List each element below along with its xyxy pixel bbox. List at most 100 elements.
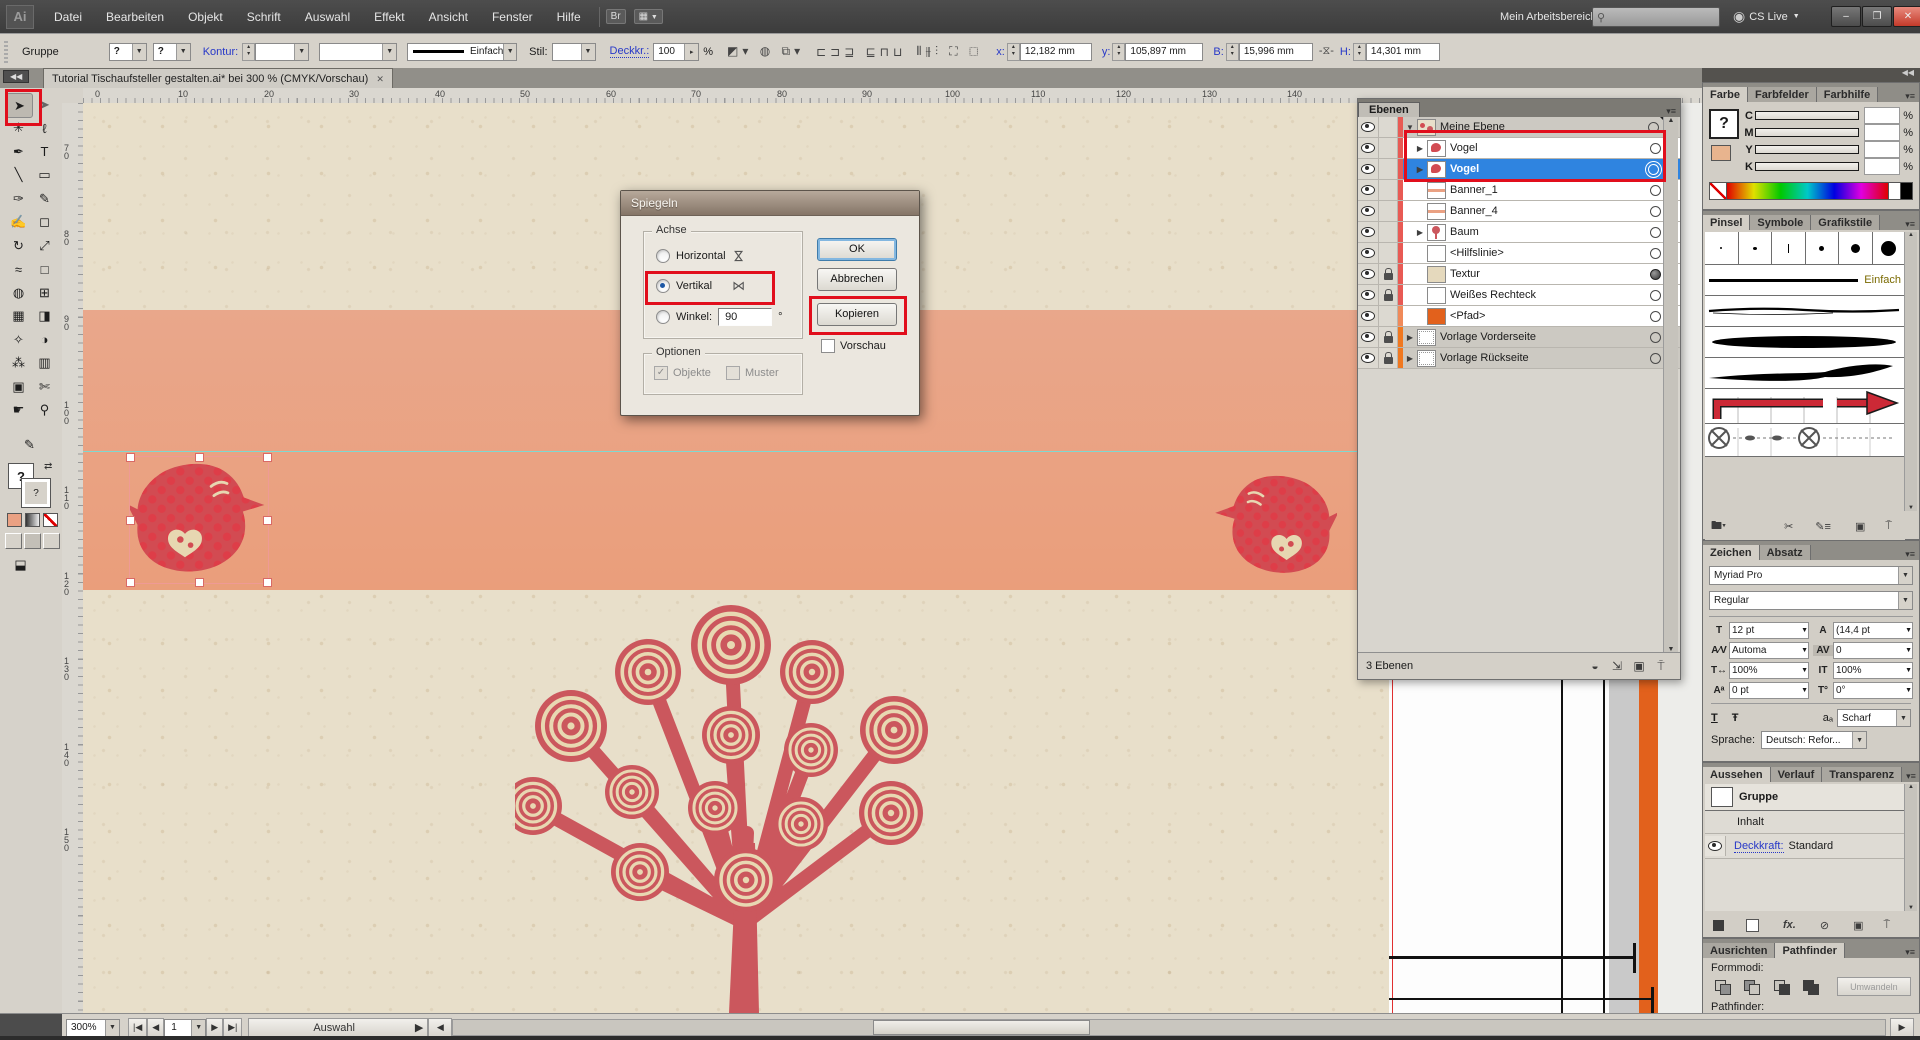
shape-mode-intersect[interactable]	[1770, 977, 1791, 996]
tab-farbfelder[interactable]: Farbfelder	[1748, 87, 1817, 102]
language-combo[interactable]: Deutsch: Refor...▼	[1761, 731, 1867, 749]
brush-options-icon[interactable]: ✎≡	[1815, 520, 1831, 533]
tracking-field[interactable]: 0▼	[1833, 642, 1913, 659]
status-indicator[interactable]: Auswahl▶	[248, 1018, 428, 1037]
muster-checkbox[interactable]: Muster	[726, 366, 779, 380]
stroke-weight-stepper[interactable]: ▴▾	[242, 43, 255, 61]
layer-lock-toggle[interactable]	[1379, 306, 1398, 326]
selection-handle[interactable]	[263, 516, 272, 525]
add-effect-icon[interactable]: fx.	[1783, 919, 1796, 931]
vorschau-checkbox[interactable]: Vorschau	[821, 339, 886, 353]
layer-name[interactable]: Vorlage Rückseite	[1440, 352, 1529, 364]
toolbar-collapse-button[interactable]: ◀◀	[3, 70, 29, 83]
layer-visibility-toggle[interactable]	[1358, 285, 1379, 305]
appearance-row-deckkraft[interactable]: Deckkraft: Standard	[1705, 834, 1905, 859]
font-family-combo[interactable]: Myriad Pro▼	[1709, 566, 1913, 585]
layer-lock-toggle[interactable]	[1379, 327, 1398, 347]
fill-color-picker[interactable]: ?▼	[109, 43, 147, 61]
tool-12-0[interactable]: ▣	[6, 375, 31, 398]
new-sublayer-icon[interactable]: ⇲	[1606, 659, 1628, 673]
layer-target-icon[interactable]	[1650, 290, 1661, 301]
tool-12-1[interactable]: ✄	[32, 375, 57, 398]
width-field[interactable]: 15,996 mm	[1239, 43, 1313, 61]
layer-target-icon[interactable]	[1650, 185, 1661, 196]
layer-visibility-toggle[interactable]	[1358, 180, 1379, 200]
prev-artboard-button[interactable]: ◀	[147, 1018, 164, 1037]
tool-8-1[interactable]: ⊞	[32, 281, 57, 304]
tab-aussehen[interactable]: Aussehen	[1703, 767, 1771, 782]
layer-thumbnail[interactable]	[1427, 203, 1446, 220]
tool-7-0[interactable]: ≈	[6, 258, 31, 281]
opacity-label[interactable]: Deckkr.:	[610, 45, 650, 58]
new-layer-icon[interactable]: ▣	[1628, 659, 1650, 673]
tool-13-0[interactable]: ☛	[6, 399, 31, 422]
new-stroke-icon[interactable]	[1713, 920, 1724, 931]
horizontal-scrollbar[interactable]	[452, 1019, 1886, 1036]
menu-fenster[interactable]: Fenster	[480, 0, 545, 33]
tool-2-0[interactable]: ✒	[6, 140, 31, 163]
layer-row-11[interactable]: ▶Vorlage Rückseite	[1358, 348, 1680, 369]
layer-name[interactable]: <Pfad>	[1450, 310, 1485, 322]
fill-indicator[interactable]: ?	[1709, 109, 1739, 139]
layer-lock-toggle[interactable]	[1379, 222, 1398, 242]
brush-libraries-icon[interactable]: 🖿▾	[1711, 517, 1726, 536]
disclosure-icon[interactable]: ▶	[1415, 228, 1425, 237]
h-scale-field[interactable]: 100%▼	[1729, 662, 1809, 679]
make-mask-icon[interactable]: ◒	[1584, 659, 1606, 673]
strikethrough-icon[interactable]: Ŧ	[1732, 712, 1739, 724]
recolor-artwork-icons[interactable]: ◩▾ ◍ ⧉▾	[727, 44, 804, 59]
tab-ausrichten[interactable]: Ausrichten	[1703, 943, 1775, 958]
tab-grafikstile[interactable]: Grafikstile	[1811, 215, 1880, 230]
stroke-color-picker[interactable]: ?▼	[153, 43, 191, 61]
delete-brush-icon[interactable]: ⍑	[1885, 520, 1892, 533]
reflect-dialog[interactable]: Spiegeln Achse Horizontal ⋈ Vertikal ⋈ W…	[620, 190, 920, 416]
new-brush-icon[interactable]: ▣	[1855, 520, 1865, 533]
duplicate-item-icon[interactable]: ▣	[1853, 919, 1863, 932]
tab-transparenz[interactable]: Transparenz	[1822, 767, 1902, 782]
layer-lock-toggle[interactable]	[1379, 201, 1398, 221]
spectrum-bar[interactable]	[1727, 182, 1889, 200]
selection-handle[interactable]	[195, 578, 204, 587]
white-swatch[interactable]	[1889, 182, 1901, 200]
tab-farbhilfe[interactable]: Farbhilfe	[1817, 87, 1878, 102]
document-tab[interactable]: Tutorial Tischaufsteller gestalten.ai* b…	[43, 68, 393, 89]
c-value[interactable]	[1864, 107, 1900, 124]
tool-7-1[interactable]: □	[32, 258, 57, 281]
y-slider[interactable]	[1755, 145, 1859, 154]
layer-lock-toggle[interactable]	[1379, 159, 1398, 179]
distribute-icons[interactable]: ⫴⫵⫶ ⛶ ⬚	[916, 44, 982, 59]
einfach-brush-row[interactable]: Einfach	[1705, 265, 1905, 296]
y-field[interactable]: 105,897 mm	[1125, 43, 1203, 61]
ok-button[interactable]: OK	[817, 238, 897, 261]
panel-menu-icon[interactable]: ▾≡	[1901, 91, 1919, 102]
stroke-weight-combo[interactable]: ▼	[255, 43, 309, 61]
disclosure-icon[interactable]: ▶	[1405, 333, 1415, 342]
selection-handle[interactable]	[126, 578, 135, 587]
window-close-button[interactable]: ✕	[1893, 6, 1920, 27]
zoom-level-combo[interactable]: 300%▼	[66, 1019, 120, 1037]
layer-lock-toggle[interactable]	[1379, 138, 1398, 158]
stroke-weight-label[interactable]: Kontur:	[203, 46, 238, 58]
layer-lock-toggle[interactable]	[1379, 264, 1398, 284]
k-value[interactable]	[1864, 158, 1900, 175]
dock-collapse-strip[interactable]: ◀◀	[1702, 68, 1920, 82]
umwandeln-button[interactable]: Umwandeln	[1837, 977, 1911, 996]
tab-farbe[interactable]: Farbe	[1703, 87, 1748, 102]
tool-9-1[interactable]: ◨	[32, 305, 57, 328]
window-minimize-button[interactable]: –	[1831, 6, 1861, 27]
bird-artwork-right[interactable]	[1211, 468, 1337, 583]
scroll-left-button[interactable]: ◀	[428, 1018, 452, 1037]
swap-fill-stroke-icon[interactable]: ⇄	[44, 461, 52, 472]
layer-thumbnail[interactable]	[1417, 350, 1436, 367]
panel-menu-icon[interactable]: ▾≡	[1901, 947, 1919, 958]
tool-3-0[interactable]: ╲	[6, 164, 31, 187]
menu-ansicht[interactable]: Ansicht	[417, 0, 480, 33]
style-combo[interactable]: ▼	[552, 43, 596, 61]
appearance-row-gruppe[interactable]: Gruppe	[1705, 784, 1905, 811]
y-stepper[interactable]: ▴▾	[1112, 43, 1125, 61]
variable-width-combo[interactable]: ▼	[319, 43, 397, 61]
tool-9-0[interactable]: ▦	[6, 305, 31, 328]
layer-row-10[interactable]: ▶Vorlage Vorderseite	[1358, 327, 1680, 348]
draw-inside-button[interactable]	[43, 533, 60, 549]
menu-datei[interactable]: Datei	[42, 0, 94, 33]
